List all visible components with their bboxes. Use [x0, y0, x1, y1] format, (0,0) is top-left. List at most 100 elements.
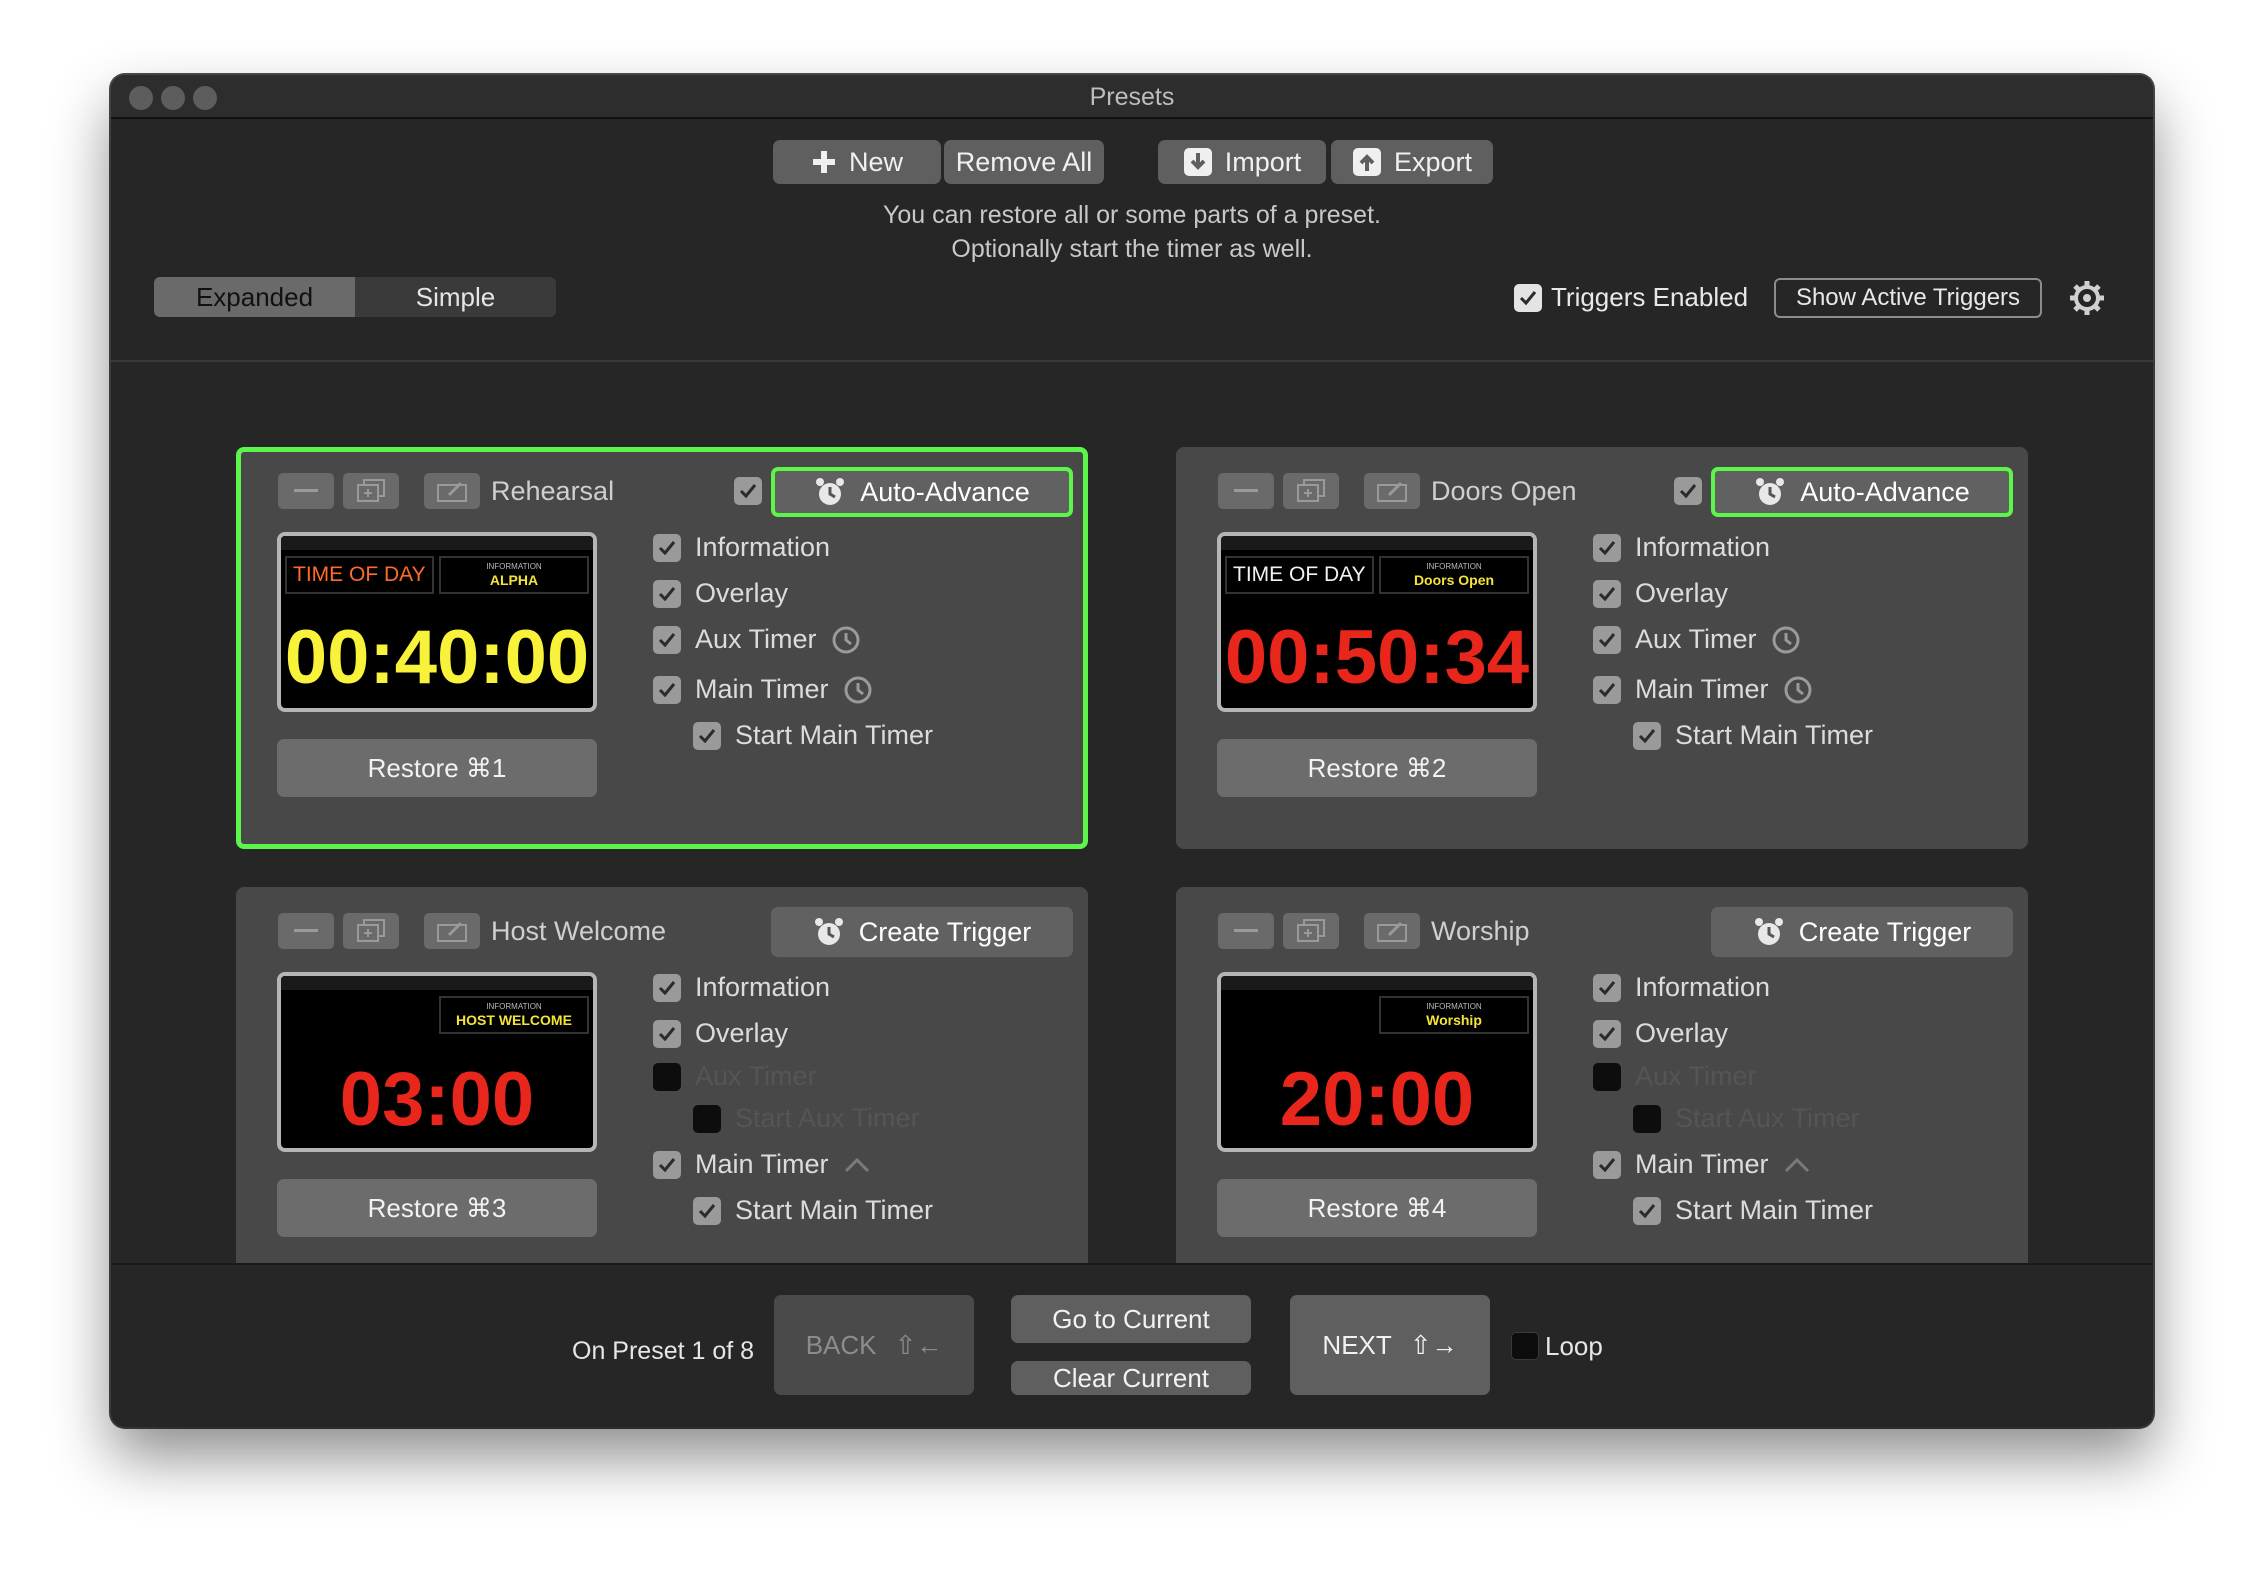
duplicate-preset-button[interactable]: [1283, 913, 1339, 949]
rename-preset-button[interactable]: [424, 473, 480, 509]
option-start-aux-timer-label: Start Aux Timer: [1675, 1103, 1860, 1133]
option-aux-timer[interactable]: Aux Timer: [653, 1061, 817, 1092]
chevron-up-icon[interactable]: [843, 1156, 871, 1174]
option-information[interactable]: Information: [653, 972, 830, 1003]
clock-icon[interactable]: [1783, 675, 1813, 705]
aux-timer-checkbox[interactable]: [1593, 625, 1621, 654]
option-aux-timer[interactable]: Aux Timer: [1593, 1061, 1757, 1092]
rename-preset-button[interactable]: [1364, 473, 1420, 509]
view-mode-simple[interactable]: Simple: [355, 277, 556, 317]
overlay-checkbox[interactable]: [653, 1019, 681, 1048]
start-main-timer-checkbox[interactable]: [693, 1196, 721, 1225]
information-checkbox[interactable]: [1593, 973, 1621, 1002]
triggers-enabled-checkbox[interactable]: [1514, 284, 1542, 312]
create-trigger-button[interactable]: Create Trigger: [771, 907, 1073, 957]
preview-top-strip: [1221, 976, 1533, 990]
option-main-timer[interactable]: Main Timer: [653, 674, 873, 705]
preset-card-host-welcome[interactable]: Host Welcome Create Trigger INFORMATION …: [236, 887, 1088, 1263]
start-main-timer-checkbox[interactable]: [1633, 721, 1661, 750]
restore-button[interactable]: Restore ⌘2: [1217, 739, 1537, 797]
aux-timer-checkbox[interactable]: [1593, 1062, 1621, 1091]
overlay-checkbox[interactable]: [1593, 1019, 1621, 1048]
remove-preset-button[interactable]: [278, 473, 334, 509]
preset-card-worship[interactable]: Worship Create Trigger INFORMATION Worsh…: [1176, 887, 2028, 1263]
remove-preset-button[interactable]: [1218, 913, 1274, 949]
import-button[interactable]: Import: [1158, 140, 1326, 184]
preset-name[interactable]: Doors Open: [1431, 476, 1577, 507]
checkmark-icon: [658, 586, 676, 601]
option-overlay[interactable]: Overlay: [653, 1018, 788, 1049]
clear-current-button[interactable]: Clear Current: [1011, 1361, 1251, 1395]
view-mode-expanded[interactable]: Expanded: [154, 277, 355, 317]
next-button[interactable]: NEXT ⇧→: [1290, 1295, 1490, 1395]
duplicate-preset-button[interactable]: [1283, 473, 1339, 509]
auto-advance-button[interactable]: Auto-Advance: [1711, 467, 2013, 517]
remove-preset-button[interactable]: [278, 913, 334, 949]
information-checkbox[interactable]: [653, 533, 681, 562]
option-start-main-timer[interactable]: Start Main Timer: [1633, 1195, 1873, 1226]
option-overlay[interactable]: Overlay: [653, 578, 788, 609]
overlay-checkbox[interactable]: [1593, 579, 1621, 608]
preset-card-doors-open[interactable]: Doors Open Auto-Advance TIME OF DAY INFO…: [1176, 447, 2028, 849]
chevron-up-icon[interactable]: [1783, 1156, 1811, 1174]
option-main-timer[interactable]: Main Timer: [653, 1149, 871, 1180]
settings-gear-icon[interactable]: [2069, 280, 2105, 321]
start-aux-timer-checkbox[interactable]: [1633, 1104, 1661, 1133]
new-preset-button[interactable]: New: [773, 140, 941, 184]
rename-preset-button[interactable]: [424, 913, 480, 949]
export-button[interactable]: Export: [1331, 140, 1493, 184]
preset-name[interactable]: Host Welcome: [491, 916, 666, 947]
option-information[interactable]: Information: [1593, 532, 1770, 563]
trigger-enabled-checkbox[interactable]: [1674, 477, 1702, 505]
clock-icon[interactable]: [843, 675, 873, 705]
restore-button[interactable]: Restore ⌘1: [277, 739, 597, 797]
loop-checkbox[interactable]: [1511, 1332, 1539, 1360]
option-start-aux-timer[interactable]: Start Aux Timer: [1633, 1103, 1860, 1134]
main-timer-checkbox[interactable]: [653, 1150, 681, 1179]
create-trigger-button[interactable]: Create Trigger: [1711, 907, 2013, 957]
option-information[interactable]: Information: [653, 532, 830, 563]
go-to-current-button[interactable]: Go to Current: [1011, 1295, 1251, 1343]
option-information[interactable]: Information: [1593, 972, 1770, 1003]
show-active-triggers-button[interactable]: Show Active Triggers: [1774, 278, 2042, 318]
preset-name[interactable]: Rehearsal: [491, 476, 614, 507]
duplicate-preset-button[interactable]: [343, 473, 399, 509]
duplicate-preset-button[interactable]: [343, 913, 399, 949]
start-main-timer-checkbox[interactable]: [693, 721, 721, 750]
clock-icon[interactable]: [831, 625, 861, 655]
restore-button[interactable]: Restore ⌘4: [1217, 1179, 1537, 1237]
checkmark-icon: [1598, 682, 1616, 697]
main-timer-checkbox[interactable]: [1593, 1150, 1621, 1179]
aux-timer-checkbox[interactable]: [653, 625, 681, 654]
information-checkbox[interactable]: [653, 973, 681, 1002]
clock-icon[interactable]: [1771, 625, 1801, 655]
remove-all-button[interactable]: Remove All: [944, 140, 1104, 184]
option-main-timer[interactable]: Main Timer: [1593, 674, 1813, 705]
preset-name[interactable]: Worship: [1431, 916, 1530, 947]
start-main-timer-checkbox[interactable]: [1633, 1196, 1661, 1225]
remove-preset-button[interactable]: [1218, 473, 1274, 509]
restore-button[interactable]: Restore ⌘3: [277, 1179, 597, 1237]
main-timer-checkbox[interactable]: [1593, 675, 1621, 704]
option-main-timer[interactable]: Main Timer: [1593, 1149, 1811, 1180]
view-mode-segmented-control: Expanded Simple: [154, 277, 556, 317]
option-start-main-timer[interactable]: Start Main Timer: [693, 720, 933, 751]
rename-preset-button[interactable]: [1364, 913, 1420, 949]
option-aux-timer[interactable]: Aux Timer: [1593, 624, 1801, 655]
back-button[interactable]: BACK ⇧←: [774, 1295, 974, 1395]
alarm-clock-icon: [1756, 478, 1785, 505]
start-aux-timer-checkbox[interactable]: [693, 1104, 721, 1133]
option-start-main-timer[interactable]: Start Main Timer: [1633, 720, 1873, 751]
aux-timer-checkbox[interactable]: [653, 1062, 681, 1091]
preset-card-rehearsal[interactable]: Rehearsal Auto-Advance TIME OF DAY INFOR…: [236, 447, 1088, 849]
auto-advance-button[interactable]: Auto-Advance: [771, 467, 1073, 517]
option-overlay[interactable]: Overlay: [1593, 1018, 1728, 1049]
option-start-aux-timer[interactable]: Start Aux Timer: [693, 1103, 920, 1134]
option-overlay[interactable]: Overlay: [1593, 578, 1728, 609]
trigger-enabled-checkbox[interactable]: [734, 477, 762, 505]
information-checkbox[interactable]: [1593, 533, 1621, 562]
option-start-main-timer[interactable]: Start Main Timer: [693, 1195, 933, 1226]
main-timer-checkbox[interactable]: [653, 675, 681, 704]
option-aux-timer[interactable]: Aux Timer: [653, 624, 861, 655]
overlay-checkbox[interactable]: [653, 579, 681, 608]
